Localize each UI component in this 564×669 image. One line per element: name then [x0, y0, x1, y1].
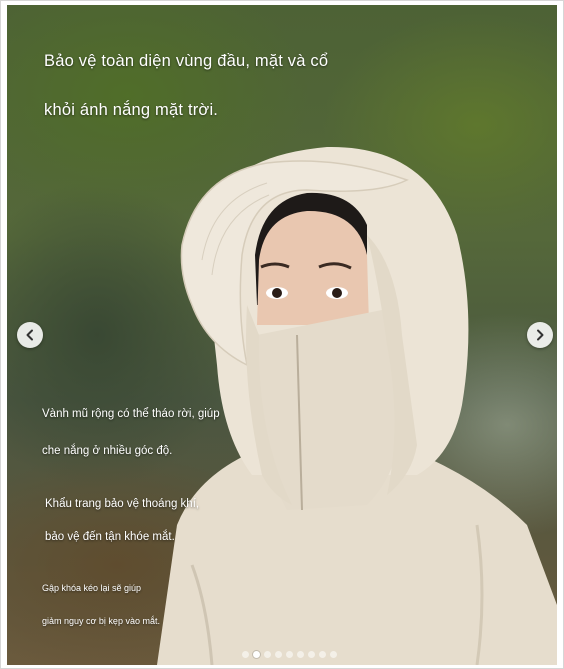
headline-line-1: Bảo vệ toàn diện vùng đầu, mặt và cổ: [44, 52, 329, 70]
caption-brim-line-2: che nắng ở nhiều góc độ.: [42, 445, 173, 457]
caption-brim-line-1: Vành mũ rộng có thể tháo rời, giúp: [42, 408, 220, 420]
carousel-next-button[interactable]: [527, 322, 553, 348]
carousel-dot[interactable]: [242, 651, 249, 658]
carousel-pagination: [242, 651, 337, 658]
caption-mask-line-1: Khẩu trang bảo vệ thoáng khí,: [45, 498, 200, 510]
headline-line-2: khỏi ánh nắng mặt trời.: [44, 101, 219, 119]
carousel-dot[interactable]: [297, 651, 304, 658]
carousel-dot[interactable]: [253, 651, 260, 658]
carousel-dot[interactable]: [286, 651, 293, 658]
caption-zipper-line-2: giảm nguy cơ bị kẹp vào mắt.: [42, 616, 160, 626]
carousel-dot[interactable]: [275, 651, 282, 658]
caption-zipper-line-1: Gập khóa kéo lại sẽ giúp: [42, 583, 142, 593]
product-image-carousel: Bảo vệ toàn diện vùng đầu, mặt và cổ khỏ…: [0, 0, 564, 669]
carousel-dot[interactable]: [264, 651, 271, 658]
caption-mask-line-2: bảo vệ đến tận khóe mắt.: [45, 531, 175, 543]
carousel-dot[interactable]: [308, 651, 315, 658]
carousel-prev-button[interactable]: [17, 322, 43, 348]
product-photo: Bảo vệ toàn diện vùng đầu, mặt và cổ khỏ…: [7, 5, 557, 665]
chevron-right-icon: [537, 329, 544, 341]
carousel-dot[interactable]: [319, 651, 326, 658]
carousel-dot[interactable]: [330, 651, 337, 658]
chevron-left-icon: [26, 329, 33, 341]
